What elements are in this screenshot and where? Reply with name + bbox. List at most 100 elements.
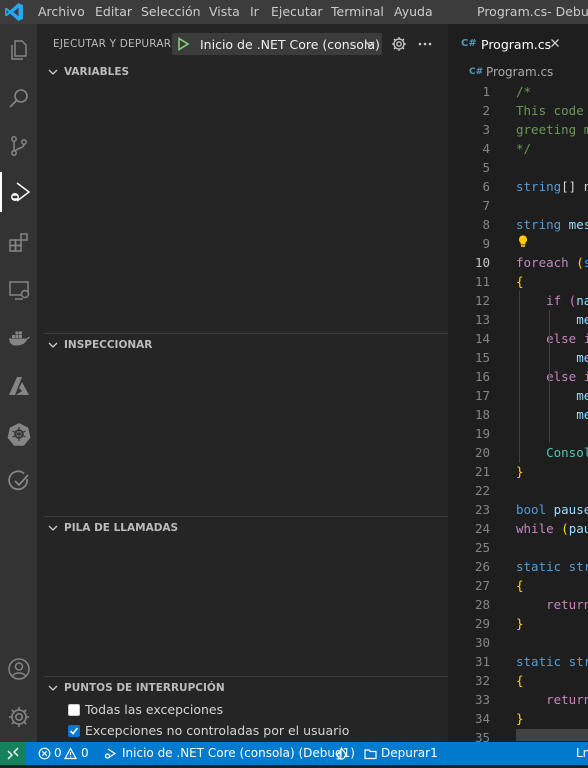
- code-line[interactable]: static str: [516, 654, 588, 669]
- code-line[interactable]: Consol: [516, 445, 588, 460]
- menu-vista[interactable]: Vista: [209, 4, 240, 19]
- code-line[interactable]: me: [516, 350, 588, 365]
- breakpoints-chevron-icon[interactable]: [47, 682, 59, 694]
- line-number[interactable]: 22: [450, 483, 490, 498]
- source-control-icon[interactable]: [0, 126, 37, 166]
- explorer-icon[interactable]: [0, 30, 37, 70]
- line-number[interactable]: 30: [450, 635, 490, 650]
- line-number[interactable]: 32: [450, 673, 490, 688]
- section-watch[interactable]: INSPECCIONAR: [64, 339, 152, 351]
- line-number[interactable]: 13: [450, 312, 490, 327]
- horizontal-scrollbar[interactable]: [516, 729, 588, 741]
- testing-icon[interactable]: [0, 462, 37, 502]
- line-number[interactable]: 6: [450, 179, 490, 194]
- code-line[interactable]: bool pause: [516, 502, 588, 517]
- code-line[interactable]: {: [516, 578, 524, 593]
- error-icon[interactable]: [38, 747, 51, 760]
- line-number[interactable]: 15: [450, 350, 490, 365]
- start-debugging-icon[interactable]: [176, 37, 190, 51]
- code-line[interactable]: }: [516, 464, 524, 479]
- menu-ejecutar[interactable]: Ejecutar: [271, 4, 323, 19]
- debug-config-label[interactable]: Inicio de .NET Core (consola): [200, 37, 380, 52]
- code-line[interactable]: me: [516, 407, 588, 422]
- line-number[interactable]: 24: [450, 521, 490, 536]
- line-number[interactable]: 7: [450, 198, 490, 213]
- line-number[interactable]: 9: [450, 236, 490, 251]
- code-line[interactable]: if (na: [516, 293, 588, 308]
- code-line[interactable]: /*: [516, 84, 531, 99]
- code-line[interactable]: }: [516, 711, 524, 726]
- line-number[interactable]: 1: [450, 84, 490, 99]
- cursor-position[interactable]: Ln: [576, 746, 588, 760]
- kubernetes-icon[interactable]: [0, 414, 37, 454]
- line-number[interactable]: 3: [450, 122, 490, 137]
- menu-ayuda[interactable]: Ayuda: [394, 4, 433, 19]
- azure-icon[interactable]: [0, 366, 37, 406]
- line-number[interactable]: 33: [450, 692, 490, 707]
- line-number[interactable]: 4: [450, 141, 490, 156]
- line-number[interactable]: 28: [450, 597, 490, 612]
- line-number[interactable]: 2: [450, 103, 490, 118]
- line-number[interactable]: 29: [450, 616, 490, 631]
- menu-terminal[interactable]: Terminal: [331, 4, 384, 19]
- debug-run-icon[interactable]: [104, 747, 117, 760]
- status-folder[interactable]: Depurar1: [381, 746, 438, 760]
- menu-editar[interactable]: Editar: [95, 4, 132, 19]
- line-number[interactable]: 8: [450, 217, 490, 232]
- callstack-chevron-icon[interactable]: [47, 522, 59, 534]
- run-debug-icon[interactable]: [0, 172, 37, 212]
- folder-icon[interactable]: [364, 747, 377, 760]
- code-line[interactable]: foreach (s: [516, 255, 588, 270]
- line-number[interactable]: 11: [450, 274, 490, 289]
- watch-chevron-icon[interactable]: [47, 339, 59, 351]
- code-line[interactable]: */: [516, 141, 531, 156]
- error-count[interactable]: 0: [54, 746, 62, 760]
- code-line[interactable]: string[] n: [516, 179, 588, 194]
- tab-label[interactable]: Program.cs: [481, 37, 551, 52]
- code-line[interactable]: {: [516, 673, 524, 688]
- lightbulb-icon[interactable]: [516, 234, 530, 248]
- search-icon[interactable]: [0, 78, 37, 118]
- remote-indicator[interactable]: [0, 742, 26, 765]
- chevron-down-icon[interactable]: [364, 38, 376, 50]
- code-line[interactable]: return: [516, 692, 588, 707]
- more-actions-icon[interactable]: [417, 36, 433, 52]
- line-number[interactable]: 23: [450, 502, 490, 517]
- line-number[interactable]: 19: [450, 426, 490, 441]
- warning-count[interactable]: 0: [81, 746, 89, 760]
- docker-icon[interactable]: [0, 318, 37, 358]
- code-line[interactable]: {: [516, 274, 524, 289]
- line-number[interactable]: 27: [450, 578, 490, 593]
- flame-icon[interactable]: [335, 747, 348, 760]
- close-icon[interactable]: [549, 37, 561, 49]
- remote-explorer-icon[interactable]: [0, 270, 37, 310]
- line-number[interactable]: 17: [450, 388, 490, 403]
- variables-chevron-icon[interactable]: [47, 66, 59, 78]
- line-number[interactable]: 31: [450, 654, 490, 669]
- menu-ir[interactable]: Ir: [250, 4, 259, 19]
- all-exceptions-checkbox[interactable]: [68, 704, 80, 716]
- line-number[interactable]: 25: [450, 540, 490, 555]
- code-line[interactable]: me: [516, 312, 588, 327]
- launch-json-gear-icon[interactable]: [391, 36, 407, 52]
- code-line[interactable]: while (pau: [516, 521, 588, 536]
- line-number[interactable]: 10: [450, 255, 490, 270]
- account-icon[interactable]: [0, 649, 37, 689]
- status-debug-config[interactable]: Inicio de .NET Core (consola) (Debug1): [122, 746, 355, 760]
- uncaught-exceptions-checkbox[interactable]: [68, 725, 80, 737]
- line-number[interactable]: 5: [450, 160, 490, 175]
- code-line[interactable]: }: [516, 616, 524, 631]
- line-number[interactable]: 14: [450, 331, 490, 346]
- code-line[interactable]: me: [516, 388, 588, 403]
- manage-gear-icon[interactable]: [0, 697, 37, 737]
- code-line[interactable]: static str: [516, 559, 588, 574]
- code-line[interactable]: greeting m: [516, 122, 588, 137]
- line-number[interactable]: 12: [450, 293, 490, 308]
- code-line[interactable]: return: [516, 597, 588, 612]
- code-line[interactable]: else i: [516, 369, 588, 384]
- line-number[interactable]: 18: [450, 407, 490, 422]
- line-number[interactable]: 20: [450, 445, 490, 460]
- breadcrumb[interactable]: Program.cs: [486, 65, 553, 79]
- menu-seleccion[interactable]: Selección: [141, 4, 201, 19]
- extensions-icon[interactable]: [0, 222, 37, 262]
